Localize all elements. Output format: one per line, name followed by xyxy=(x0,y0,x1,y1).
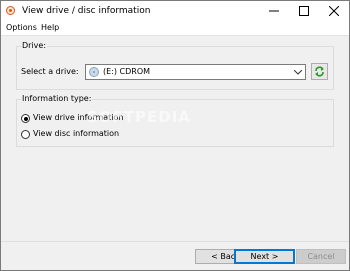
close-icon xyxy=(329,6,339,16)
app-icon xyxy=(6,6,15,15)
drive-select[interactable]: (E:) CDROM xyxy=(85,64,306,80)
drive-group-title: Drive: xyxy=(21,41,48,51)
app-window: View drive / disc information Options He… xyxy=(0,0,350,271)
title-bar: View drive / disc information xyxy=(1,1,349,21)
selected-drive: (E:) CDROM xyxy=(103,67,151,76)
maximize-icon xyxy=(299,6,309,16)
window-title: View drive / disc information xyxy=(22,6,151,16)
radio-disc-info[interactable] xyxy=(21,130,30,139)
radio-disc-info-label: View disc information xyxy=(33,129,120,138)
menu-help[interactable]: Help xyxy=(41,22,59,34)
refresh-button[interactable] xyxy=(311,63,328,80)
cdrom-icon xyxy=(89,67,99,77)
next-button[interactable]: Next > xyxy=(234,249,295,264)
select-drive-label: Select a drive: xyxy=(21,67,79,76)
information-type-title: Information type: xyxy=(21,94,93,104)
watermark: SOFTPEDIA xyxy=(87,108,191,126)
refresh-icon xyxy=(315,66,324,77)
cancel-button[interactable]: Cancel xyxy=(296,249,346,264)
close-button[interactable] xyxy=(319,1,349,21)
chevron-down-icon xyxy=(294,70,302,75)
dialog-content: Drive: Select a drive: (E:) CDROM Inform… xyxy=(1,36,349,270)
maximize-button[interactable] xyxy=(289,1,319,21)
menu-bar: Options Help xyxy=(1,21,349,36)
button-divider xyxy=(1,241,349,242)
radio-drive-info[interactable] xyxy=(21,114,30,123)
minimize-icon xyxy=(269,10,279,12)
menu-options[interactable]: Options xyxy=(6,22,37,34)
minimize-button[interactable] xyxy=(259,1,289,21)
